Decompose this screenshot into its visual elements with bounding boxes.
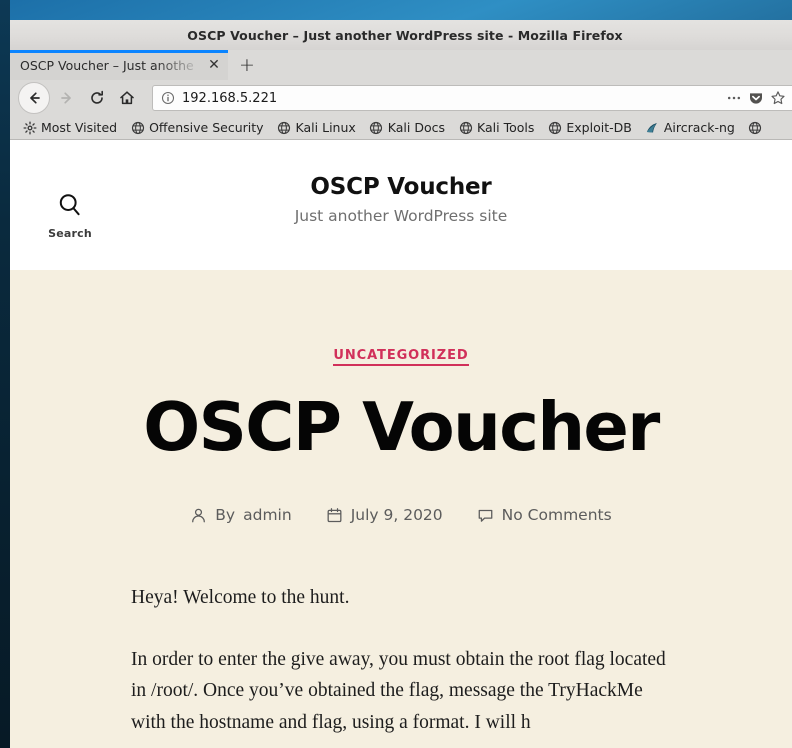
post-article: UNCATEGORIZED OSCP Voucher By admin July… [10,270,792,748]
new-tab-button[interactable]: + [228,50,266,80]
url-input[interactable]: 192.168.5.221 [182,91,723,106]
bookmark-label: Kali Docs [387,120,446,135]
bookmarks-bar: Most Visited Offensive Security Kali Lin… [10,116,792,140]
site-tagline: Just another WordPress site [294,207,508,225]
bookmark-exploit-db[interactable]: Exploit-DB [547,120,632,135]
aircrack-icon [645,120,660,135]
site-title[interactable]: OSCP Voucher [10,174,792,200]
category-link-uncategorized[interactable]: UNCATEGORIZED [333,348,469,366]
post-comments-text[interactable]: No Comments [502,506,612,524]
tab-strip: OSCP Voucher – Just anothe ✕ + [10,50,792,80]
site-branding: OSCP Voucher Just another WordPress site [10,174,792,225]
user-icon [190,507,207,524]
bookmark-kali-tools[interactable]: Kali Tools [458,120,534,135]
globe-icon [369,120,384,135]
bookmark-kali-docs[interactable]: Kali Docs [369,120,445,135]
gear-icon [22,120,37,135]
globe-icon [277,120,292,135]
category-links: UNCATEGORIZED [10,348,792,366]
post-author: By admin [190,506,292,525]
page-actions-icon[interactable] [723,87,745,109]
post-meta: By admin July 9, 2020 No Comments [10,506,792,524]
author-prefix: By [215,506,236,525]
bookmark-star-icon[interactable] [767,87,789,109]
page-viewport: Search OSCP Voucher Just another WordPre… [10,140,792,748]
forward-button [52,83,82,113]
bookmark-label: Exploit-DB [566,120,632,135]
home-icon [120,91,134,105]
globe-icon [748,120,763,135]
screenshot-root: OSCP Voucher – Just another WordPress si… [0,0,792,748]
comment-icon [477,507,494,524]
globe-icon [458,120,473,135]
pocket-icon[interactable] [745,87,767,109]
tab-close-icon[interactable]: ✕ [206,57,222,73]
author-name[interactable]: admin [243,506,292,524]
tab-strip-empty-space [266,50,792,80]
bookmark-aircrack-ng[interactable]: Aircrack-ng [645,120,735,135]
page-info-icon[interactable] [161,91,175,105]
desktop-left-strip [0,0,10,748]
globe-icon [130,120,145,135]
back-arrow-icon [30,92,40,104]
globe-icon [547,120,562,135]
navigation-toolbar: 192.168.5.221 [10,80,792,116]
window-title: OSCP Voucher – Just another WordPress si… [187,27,623,43]
post-title: OSCP Voucher [143,388,660,466]
bookmark-label: Most Visited [41,120,118,135]
home-button[interactable] [112,83,142,113]
entry-header: UNCATEGORIZED OSCP Voucher By admin July… [10,270,792,524]
tab-title: OSCP Voucher – Just anothe [20,57,194,73]
post-date: July 9, 2020 [326,506,443,524]
reload-icon [91,90,103,104]
post-comments: No Comments [477,506,612,524]
bookmark-overflow[interactable] [748,120,767,135]
bookmark-label: Aircrack-ng [663,120,735,135]
bookmark-label: Kali Tools [477,120,535,135]
url-bar[interactable]: 192.168.5.221 [152,85,792,111]
bookmark-label: Kali Linux [295,120,356,135]
site-header: Search OSCP Voucher Just another WordPre… [10,140,792,270]
tab-oscp-voucher[interactable]: OSCP Voucher – Just anothe ✕ [10,50,228,80]
post-paragraph: In order to enter the give away, you mus… [131,648,666,733]
reload-button[interactable] [82,83,112,113]
back-button[interactable] [18,82,50,114]
bookmark-offensive-security[interactable]: Offensive Security [130,120,264,135]
calendar-icon [326,507,343,524]
search-toggle-label: Search [48,227,92,240]
bookmark-label: Offensive Security [149,120,264,135]
window-titlebar: OSCP Voucher – Just another WordPress si… [10,20,792,50]
bookmark-kali-linux[interactable]: Kali Linux [277,120,356,135]
forward-arrow-icon [61,92,71,104]
bookmark-most-visited[interactable]: Most Visited [22,120,117,135]
post-date-text[interactable]: July 9, 2020 [351,506,443,524]
post-paragraph: Heya! Welcome to the hunt. [131,587,350,609]
post-content: Heya! Welcome to the hunt. In order to e… [131,582,671,738]
firefox-window: OSCP Voucher – Just another WordPress si… [10,20,792,748]
